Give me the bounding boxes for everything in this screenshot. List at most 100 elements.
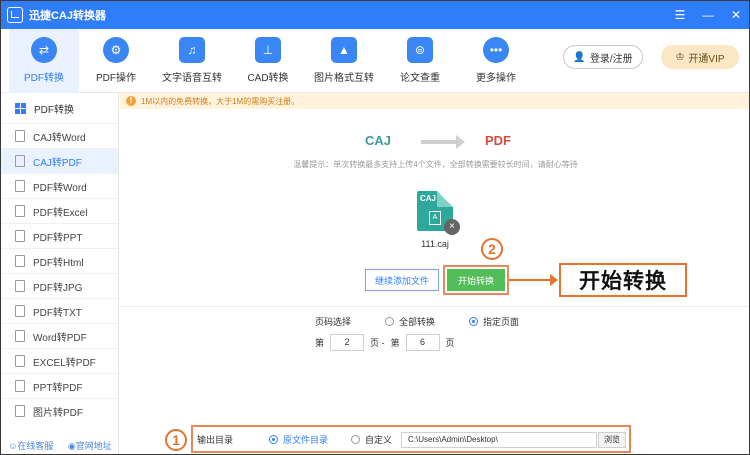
grid-icon [15,102,26,114]
nav-label: PDF操作 [96,73,136,84]
sidebar-item-label: PDF转Word [33,182,87,194]
radio-selected-icon [269,434,278,444]
sidebar-header-label: PDF转换 [34,104,74,116]
nav-label: 论文查重 [400,73,440,84]
nav-label: 更多操作 [476,73,516,84]
sidebar-item[interactable]: PDF转Word [1,173,118,198]
sidebar-item-label: CAJ转PDF [33,157,82,169]
file-type-label: CAJ [420,194,437,203]
to-page-input[interactable]: 6 [405,333,440,351]
login-button[interactable]: 👤 登录/注册 [563,45,643,69]
warning-icon: ! [126,96,136,106]
document-icon [15,405,25,417]
output-dir-label: 输出目录 [197,434,234,445]
document-icon [15,255,25,267]
output-option-source[interactable]: 原文件目录 [269,433,328,446]
vip-button[interactable]: ♔ 开通VIP [661,45,739,69]
nav-cad[interactable]: ⊥ CAD转换 [233,37,303,84]
sidebar-item-label: PDF转JPG [33,282,83,294]
speech-icon: ♫ [179,37,205,63]
title-bar: 迅捷CAJ转换器 ☰ — ✕ [1,1,749,29]
callout-label: 开始转换 [559,263,687,297]
output-option-custom[interactable]: 自定义 [351,433,392,446]
website-link[interactable]: ◉官网地址 [68,439,112,452]
document-icon [15,380,25,392]
divider [120,306,749,307]
top-nav: ⇄ PDF转换 ⚙ PDF操作 ♫ 文字语音互转 ⊥ CAD转换 ▲ 图片格式互… [1,29,749,93]
nav-paper-check[interactable]: ⊜ 论文查重 [385,37,455,84]
step-1-marker: 1 [165,429,187,451]
nav-pdf-convert[interactable]: ⇄ PDF转换 [9,29,79,93]
sidebar-item[interactable]: EXCEL转PDF [1,348,118,373]
nav-pdf-ops[interactable]: ⚙ PDF操作 [81,37,151,84]
browse-button[interactable]: 浏览 [598,432,626,448]
window-controls: ☰ — ✕ [673,1,743,29]
app-title: 迅捷CAJ转换器 [29,10,107,22]
document-icon [15,205,25,217]
sidebar-footer: ☺在线客服 ◉官网地址 [1,439,119,452]
nav-more[interactable]: ••• 更多操作 [461,37,531,84]
radio-selected-icon [469,317,478,326]
sidebar-item[interactable]: Word转PDF [1,323,118,348]
document-icon [15,330,25,342]
radio-icon [351,434,360,444]
document-icon [15,305,25,317]
sidebar: PDF转换 CAJ转Word CAJ转PDF PDF转Word PDF转Excel PD… [1,93,119,454]
page-option-range-label: 指定页面 [483,317,520,327]
nav-label: PDF转换 [24,73,64,84]
search-doc-icon: ⊜ [407,37,433,63]
sidebar-item[interactable]: CAJ转Word [1,123,118,148]
sidebar-item[interactable]: PPT转PDF [1,373,118,398]
app-logo-icon [7,7,23,23]
output-dir-highlight: 输出目录 原文件目录 自定义 C:\Users\Admin\Desktop\ 浏… [191,425,631,453]
from-page-input[interactable]: 2 [330,333,365,351]
user-icon: 👤 [573,51,586,63]
output-path-field[interactable]: C:\Users\Admin\Desktop\ [401,432,597,448]
conversion-from: CAJ [365,133,392,148]
close-icon[interactable]: ✕ [729,8,743,22]
sidebar-item[interactable]: PDF转JPG [1,273,118,298]
page-option-all[interactable]: 全部转换 [385,315,435,328]
start-button-highlight: 开始转换 [443,265,509,295]
file-name: 111.caj [421,239,449,249]
sidebar-list: CAJ转Word CAJ转PDF PDF转Word PDF转Excel PDF转PPT P… [1,123,118,423]
sidebar-item-label: EXCEL转PDF [33,357,96,369]
sidebar-item[interactable]: 图片转PDF [1,398,118,423]
sidebar-item[interactable]: PDF转Excel [1,198,118,223]
file-glyph: A [429,211,441,225]
sidebar-item-label: PDF转Excel [33,207,88,219]
nav-speech[interactable]: ♫ 文字语音互转 [157,37,227,84]
sidebar-item[interactable]: PDF转PPT [1,223,118,248]
sidebar-item[interactable]: PDF转Html [1,248,118,273]
conversion-to: PDF [485,133,511,148]
document-icon [15,130,25,142]
add-files-button[interactable]: 继续添加文件 [365,269,439,291]
notice-bar: ! 1M以内的免费转换，大于1M的需购买注册。 [120,93,749,109]
sidebar-item-label: PDF转TXT [33,307,82,319]
hint-text: 温馨提示：单次转换最多支持上传4个文件，全部转换需要较长时间，请耐心等待 [293,160,578,169]
nav-label: 文字语音互转 [162,73,222,84]
page-option-range[interactable]: 指定页面 [469,315,519,328]
sidebar-item[interactable]: CAJ转PDF [1,148,118,173]
radio-icon [385,317,394,326]
nav-image[interactable]: ▲ 图片格式互转 [309,37,379,84]
sidebar-item[interactable]: PDF转TXT [1,298,118,323]
login-label: 登录/注册 [589,53,633,65]
start-convert-button[interactable]: 开始转换 [447,269,505,291]
output-dir-row: 输出目录 原文件目录 自定义 C:\Users\Admin\Desktop\ 浏… [197,431,626,448]
crown-icon: ♔ [675,51,685,63]
nav-label: 图片格式互转 [314,73,374,84]
minimize-icon[interactable]: — [701,8,715,22]
cad-icon: ⊥ [255,37,281,63]
page-option-all-label: 全部转换 [399,317,436,327]
menu-icon[interactable]: ☰ [673,8,687,22]
sidebar-item-label: Word转PDF [33,332,87,344]
vip-label: 开通VIP [688,53,725,65]
sidebar-item-label: PDF转Html [33,257,84,269]
remove-file-button[interactable]: × [444,219,460,235]
step-2-marker: 2 [481,238,503,260]
document-icon [15,280,25,292]
conversion-direction: CAJ PDF [361,133,561,151]
online-service-link[interactable]: ☺在线客服 [8,439,53,452]
convert-icon: ⇄ [31,37,57,63]
